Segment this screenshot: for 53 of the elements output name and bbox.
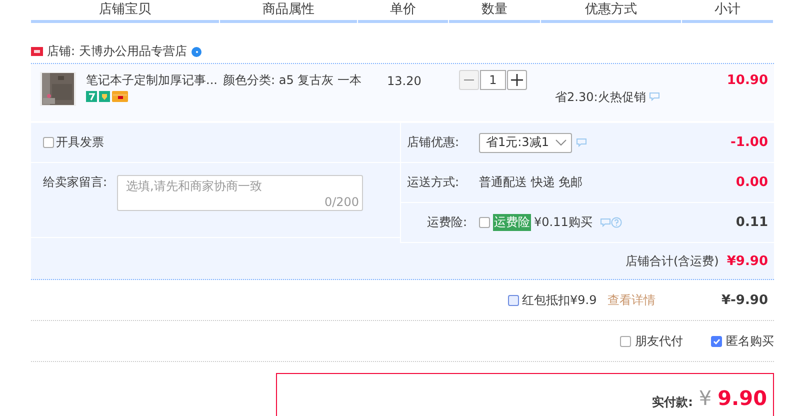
- promotion-text: 省2.30:火热促销: [555, 88, 646, 106]
- option-label[interactable]: 朋友代付: [635, 332, 683, 350]
- message-label: 给卖家留言:: [43, 175, 108, 191]
- unit-price: 13.20: [386, 73, 422, 90]
- insurance-price: ¥0.11购买: [534, 214, 592, 231]
- discount-select[interactable]: 省1元:3减1: [479, 132, 572, 152]
- deduction-label[interactable]: 红包抵扣¥9.9: [522, 292, 597, 308]
- shop-total-amount: ¥9.90: [726, 254, 768, 268]
- help-icon[interactable]: [611, 217, 622, 228]
- character-counter: 0/200: [324, 195, 360, 209]
- shield-icon: [99, 91, 110, 102]
- drop-icon[interactable]: [190, 46, 202, 56]
- column-header: 小计: [682, 0, 773, 23]
- column-header: 优惠方式: [541, 0, 681, 23]
- checkbox[interactable]: [711, 336, 722, 346]
- discount-amount: -1.00: [730, 135, 768, 150]
- invoice-label[interactable]: 开具发票: [56, 134, 104, 151]
- currency-symbol: ¥: [698, 386, 712, 410]
- product-title[interactable]: 笔记本子定制加厚记事...: [86, 72, 223, 88]
- checkbox[interactable]: [43, 137, 54, 148]
- chat-icon[interactable]: [600, 218, 612, 227]
- field-label: 运费险:: [426, 214, 468, 231]
- shop-name[interactable]: 店铺: 天博办公用品专营店: [47, 42, 187, 60]
- seven-day-icon: [86, 91, 97, 102]
- payment-amount: 9.90: [718, 386, 767, 410]
- card-icon: [112, 91, 128, 102]
- chat-icon[interactable]: [576, 138, 587, 147]
- shop-total-label: 店铺合计(含运费): [626, 252, 719, 270]
- store-badge-icon: [31, 46, 43, 56]
- deduction-amount: ¥-9.90: [721, 292, 768, 308]
- insurance-amount: 0.11: [736, 215, 768, 230]
- column-header: 单价: [358, 0, 448, 23]
- shipping-amount: 0.00: [736, 175, 768, 190]
- checkbox[interactable]: [620, 336, 631, 346]
- field-label: 运送方式:: [407, 174, 460, 191]
- option-label[interactable]: 匿名购买: [726, 332, 774, 350]
- payment-label: 实付款:: [652, 394, 693, 411]
- insurance-tag: 运费险: [493, 214, 531, 231]
- product-attribute: 颜色分类: a5 复古灰 一本: [223, 72, 362, 89]
- chat-icon[interactable]: [648, 92, 660, 101]
- field-label: 店铺优惠:: [407, 134, 460, 151]
- plus-button[interactable]: [507, 70, 527, 90]
- checkbox[interactable]: [508, 294, 519, 306]
- checkbox[interactable]: [479, 217, 490, 228]
- column-header: 店铺宝贝: [31, 0, 219, 23]
- minus-icon: [464, 79, 474, 81]
- column-header: 数量: [449, 0, 540, 23]
- shipping-method: 普通配送 快递 免邮: [479, 174, 583, 191]
- column-header: 商品属性: [220, 0, 357, 23]
- caret-icon: [554, 138, 567, 146]
- quantity-field[interactable]: 1: [480, 70, 506, 90]
- subtotal: 10.90: [726, 72, 768, 90]
- plus-icon: [511, 74, 523, 86]
